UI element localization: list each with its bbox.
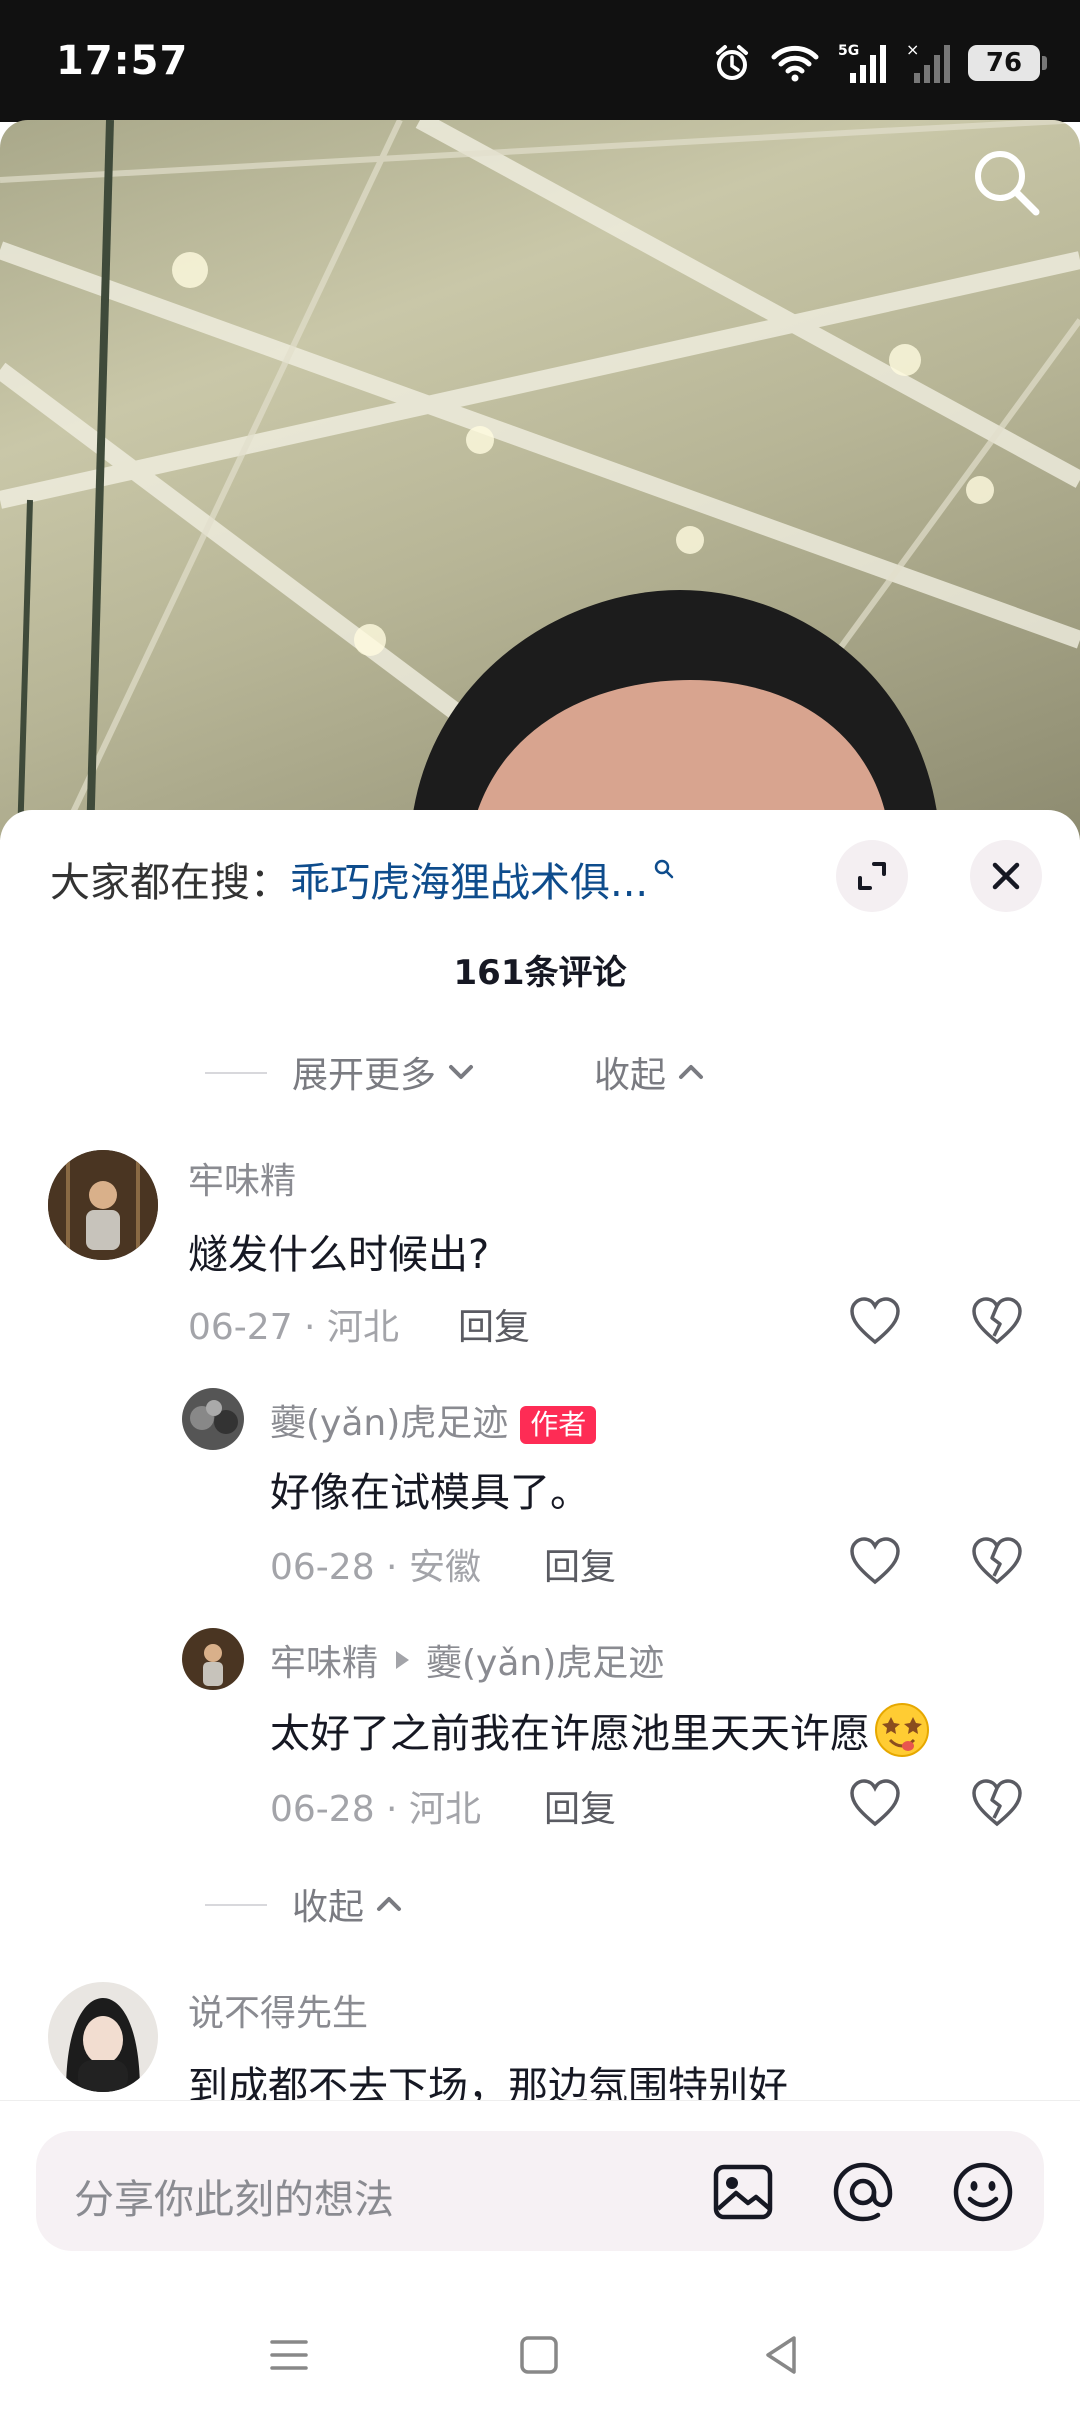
cellular-2-icon: × (906, 41, 950, 83)
comment-count: 161条评论 (453, 953, 627, 993)
network-type-label: 5G (838, 43, 859, 59)
divider (205, 1072, 267, 1074)
collapse-replies: 收起 (0, 1870, 1080, 1940)
wifi-icon (771, 45, 819, 82)
reply-to-arrow-icon (396, 1651, 410, 1669)
close-button[interactable] (970, 840, 1042, 912)
hot-search-prefix: 大家都在搜： (50, 860, 290, 906)
system-nav-bar (0, 2290, 1080, 2414)
status-time: 17:57 (56, 38, 189, 84)
mention-icon[interactable] (828, 2157, 898, 2227)
cellular-5g-icon: 5G (838, 43, 886, 83)
reply-avatar-image (182, 1628, 244, 1690)
collapse-replies-button[interactable]: 收起 (292, 1878, 406, 1930)
reply-username[interactable]: 虁(yǎn)虎足迹 (270, 1403, 508, 1444)
comment-input[interactable]: 分享你此刻的想法 (36, 2131, 1044, 2251)
like-heart-icon[interactable] (848, 1778, 902, 1828)
reply-meta: 06-28 · 河北 (270, 1789, 481, 1830)
comment-input-placeholder: 分享你此刻的想法 (74, 2177, 394, 2223)
author-badge: 作者 (520, 1406, 597, 1444)
expand-more-label: 展开更多 (292, 1055, 437, 1096)
menu-icon[interactable] (264, 2330, 314, 2380)
close-icon (992, 862, 1020, 890)
reply-avatar[interactable] (182, 1628, 244, 1690)
dislike-broken-heart-icon[interactable] (970, 1778, 1024, 1828)
reply-avatar-image (182, 1388, 244, 1450)
collapse-label: 收起 (594, 1055, 667, 1096)
alarm-icon (716, 45, 748, 80)
collapse-button[interactable]: 收起 (594, 1046, 708, 1098)
chevron-up-icon (679, 1065, 704, 1079)
divider (205, 1904, 267, 1906)
reply-to-username[interactable]: 虁(yǎn)虎足迹 (426, 1634, 664, 1686)
reply-text: 太好了之前我在许愿池里天天许愿 (270, 1711, 870, 1757)
comment-meta: 06-27 · 河北 (188, 1307, 399, 1348)
expand-more-button[interactable]: 展开更多 (292, 1046, 478, 1098)
reply-avatar[interactable] (182, 1388, 244, 1450)
chevron-up-icon (377, 1897, 402, 1911)
comment-username[interactable]: 说不得先生 (188, 1984, 368, 2036)
reply-text: 好像在试模具了。 (270, 1470, 590, 1516)
search-icon[interactable] (966, 142, 1046, 222)
collapse-replies-label: 收起 (292, 1887, 365, 1928)
like-heart-icon[interactable] (848, 1536, 902, 1586)
image-icon[interactable] (708, 2157, 778, 2227)
reply-meta: 06-28 · 安徽 (270, 1547, 481, 1588)
reply-text-row: 太好了之前我在许愿池里天天许愿 (270, 1700, 932, 1760)
expand-icon (858, 862, 886, 890)
comment-text: 燧发什么时候出? (188, 1232, 490, 1278)
hot-search-link[interactable]: 乖巧虎海狸战术俱... (290, 850, 648, 908)
avatar-image (48, 1982, 158, 2092)
battery-indicator: 76 (968, 45, 1047, 81)
thread-controls: 展开更多 收起 (0, 1038, 1080, 1108)
dislike-broken-heart-icon[interactable] (970, 1296, 1024, 1346)
reply-username-row: 牢味精 虁(yǎn)虎足迹 (270, 1634, 664, 1686)
comment-input-bar: 分享你此刻的想法 (0, 2100, 1080, 2261)
emoji-icon[interactable] (948, 2157, 1018, 2227)
video-background (0, 120, 1080, 840)
status-bar: 17:57 5G × 76 (0, 0, 1080, 122)
avatar[interactable] (48, 1150, 158, 1260)
status-icons: 5G × 76 (712, 38, 1047, 88)
reply-button[interactable]: 回复 (544, 1780, 616, 1832)
reply-username[interactable]: 牢味精 (270, 1634, 378, 1686)
home-icon[interactable] (514, 2330, 564, 2380)
svg-text:×: × (906, 41, 919, 59)
video-player[interactable] (0, 120, 1080, 840)
comment-username[interactable]: 牢味精 (188, 1152, 296, 1204)
reply-button[interactable]: 回复 (544, 1538, 616, 1590)
emoji-starstruck-icon (875, 1703, 929, 1757)
reply-button[interactable]: 回复 (458, 1298, 530, 1350)
reply-username-row: 虁(yǎn)虎足迹 作者 (270, 1394, 597, 1446)
dislike-broken-heart-icon[interactable] (970, 1536, 1024, 1586)
avatar[interactable] (48, 1982, 158, 2092)
hot-search-icon (654, 859, 674, 879)
like-heart-icon[interactable] (848, 1296, 902, 1346)
back-icon[interactable] (756, 2330, 806, 2380)
expand-button[interactable] (836, 840, 908, 912)
avatar-image (48, 1150, 158, 1260)
chevron-down-icon (449, 1065, 474, 1079)
hot-search-row: 大家都在搜： 乖巧虎海狸战术俱... (50, 850, 676, 908)
